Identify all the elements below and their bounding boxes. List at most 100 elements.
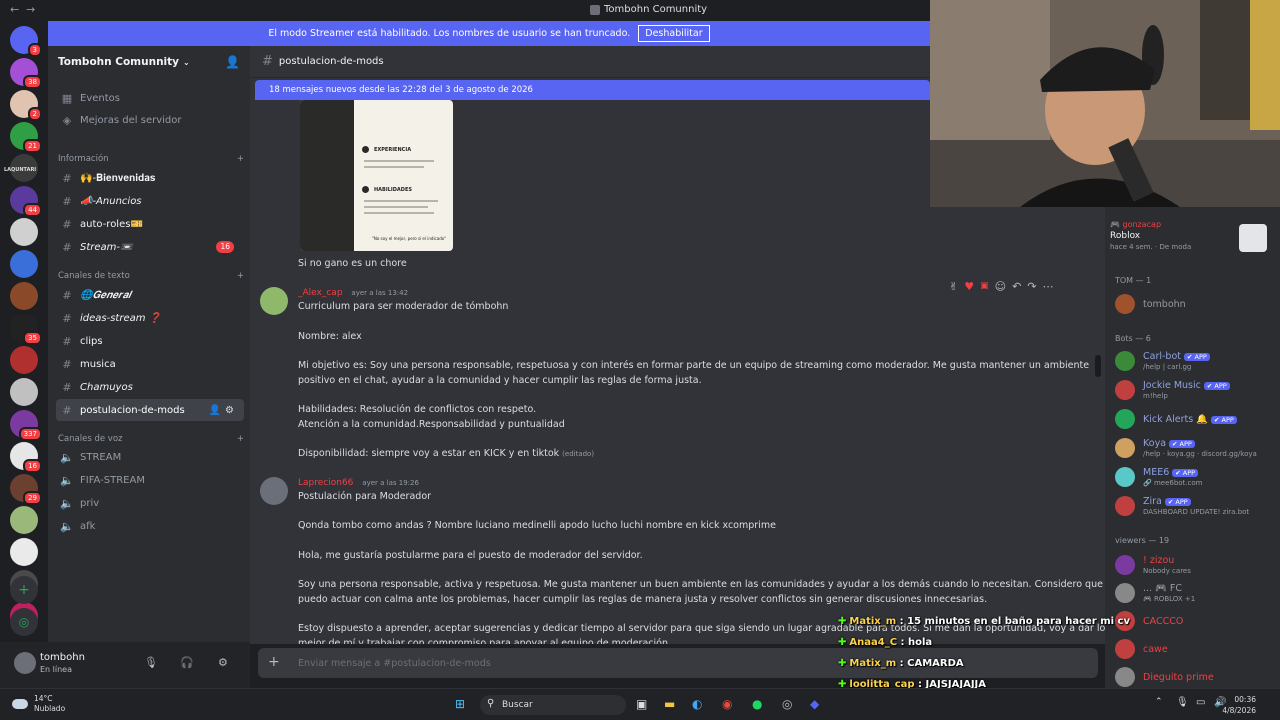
server-icon[interactable]: 44 <box>10 186 42 217</box>
discover-icon[interactable]: ◎ <box>10 608 38 636</box>
discord-icon[interactable]: ◆ <box>810 697 819 711</box>
member-item[interactable]: Jockie Music ✔ APP m!help <box>1115 378 1275 404</box>
server-icon[interactable] <box>10 538 38 566</box>
add-server-icon[interactable]: + <box>10 576 38 604</box>
file-explorer-icon[interactable]: ▬ <box>664 697 675 711</box>
channel-item[interactable]: # 📣-Anuncios <box>56 190 244 212</box>
member-item[interactable]: MEE6 ✔ APP 🔗 mee6bot.com <box>1115 465 1275 491</box>
member-item[interactable]: cawe <box>1115 637 1275 663</box>
message-line: Soy una persona responsable, activa y re… <box>298 579 1103 590</box>
member-item[interactable]: CACCCO <box>1115 609 1275 635</box>
server-icon[interactable]: 35 <box>10 314 42 345</box>
chrome-icon[interactable]: ◉ <box>722 697 732 711</box>
member-name: Jockie Music ✔ APP <box>1143 380 1230 391</box>
add-channel-icon[interactable]: + <box>237 271 244 281</box>
mention-badge: 3 <box>27 43 42 57</box>
member-name-text: Jockie Music <box>1143 380 1201 391</box>
chevron-up-icon[interactable]: ⌃ <box>1155 697 1163 707</box>
new-messages-bar[interactable]: 18 mensajes nuevos desde las 22:28 del 3… <box>255 80 930 100</box>
chat-scrollbar[interactable] <box>1095 355 1101 377</box>
member-item[interactable]: ... 🎮 FC 🎮 ROBLOX +1 <box>1115 581 1275 607</box>
forward-icon[interactable]: ↷ <box>1027 280 1036 293</box>
server-icon[interactable]: 38 <box>10 58 42 89</box>
microphone-icon[interactable]: 🎙 <box>144 656 158 669</box>
server-icon[interactable]: 16 <box>10 442 42 473</box>
app-icon[interactable]: ◎ <box>782 697 792 711</box>
voice-channel-item[interactable]: 🔈 afk <box>56 515 244 537</box>
forward-arrow-icon[interactable]: → <box>26 3 35 16</box>
message-line: Habilidades: Resolución de conflictos co… <box>298 404 537 415</box>
add-channel-icon[interactable]: + <box>237 154 244 164</box>
channel-item[interactable]: # 🙌-𝐁𝐢𝐞𝐧𝐯𝐞𝐧𝐢𝐝𝐚𝐬 <box>56 167 244 189</box>
discord-home-icon[interactable]: 3 <box>10 26 42 57</box>
category-voice[interactable]: Canales de voz + <box>58 434 244 444</box>
channel-item[interactable]: # musica <box>56 353 244 375</box>
spotify-icon[interactable]: ● <box>752 697 762 711</box>
more-icon[interactable]: ⋯ <box>1043 280 1054 293</box>
server-icon[interactable] <box>10 506 38 534</box>
channel-item[interactable]: # 🌐𝑮𝒆𝒏𝒆𝒓𝒂𝒍 <box>56 284 244 306</box>
reaction-custom-icon[interactable]: ▣ <box>980 281 989 291</box>
channel-item[interactable]: # ideas-stream ❓ <box>56 307 244 329</box>
weather-widget[interactable]: 14°C Nublado <box>12 694 65 714</box>
events-item[interactable]: ▦ Eventos <box>56 87 244 109</box>
server-icon[interactable] <box>10 250 38 278</box>
disable-streamer-button[interactable]: Deshabilitar <box>638 25 710 42</box>
clock[interactable]: 00:36 4/8/2026 <box>1222 694 1256 716</box>
server-icon[interactable]: 337 <box>10 410 42 441</box>
taskbar-search[interactable]: ⚲ Buscar <box>480 695 626 715</box>
server-icon[interactable] <box>10 346 38 374</box>
user-panel: tombohn En línea 🎙 🎧 ⚙ <box>0 642 250 688</box>
member-item[interactable]: Koya ✔ APP/help · koya.gg · discord.gg/ko… <box>1115 436 1275 462</box>
channel-item[interactable]: # postulacion-de-mods 👤 ⚙ <box>56 399 244 421</box>
member-name-text: Dieguito prime <box>1143 672 1214 683</box>
member-item[interactable]: Kick Alerts 🔔 ✔ APP <box>1115 407 1275 433</box>
author-name[interactable]: Laprecion66 <box>298 478 353 488</box>
task-view-icon[interactable]: ▣ <box>636 697 647 711</box>
gear-icon[interactable]: ⚙ <box>218 656 228 669</box>
reaction-hand-icon[interactable]: ✌ <box>949 280 958 293</box>
invite-user-icon[interactable]: 👤 <box>225 55 240 69</box>
server-icon[interactable]: 29 <box>10 474 42 505</box>
invite-icon[interactable]: 👤 <box>209 405 221 416</box>
channel-item[interactable]: # Chamuyos <box>56 376 244 398</box>
back-arrow-icon[interactable]: ← <box>10 3 19 16</box>
microphone-icon[interactable]: 🎙 <box>1176 697 1189 708</box>
cv-image-attachment[interactable]: EXPERIENCIA HABILIDADES "No soy el mejor… <box>300 100 453 251</box>
channel-item[interactable]: # auto-roles🎫 <box>56 213 244 235</box>
server-icon[interactable] <box>10 282 38 310</box>
add-reaction-icon[interactable]: ☺ <box>995 280 1006 293</box>
add-channel-icon[interactable]: + <box>237 434 244 444</box>
server-icon[interactable]: 21 <box>10 122 42 153</box>
category-text[interactable]: Canales de texto + <box>58 271 244 281</box>
channel-item[interactable]: # clips <box>56 330 244 352</box>
activity-card[interactable]: 🎮 gonzacap Roblox hace 4 sem. · De moda <box>1110 220 1275 264</box>
reply-icon[interactable]: ↶ <box>1012 280 1021 293</box>
voice-channel-item[interactable]: 🔈 priv <box>56 492 244 514</box>
member-item[interactable]: ! zizou Nobody cares <box>1115 553 1275 579</box>
member-item[interactable]: Carl-bot ✔ APP/help | carl.gg <box>1115 349 1275 375</box>
server-header[interactable]: Tombohn Comunnity ⌄ 👤 <box>48 46 250 78</box>
server-icon[interactable] <box>10 378 38 406</box>
headphones-icon[interactable]: 🎧 <box>180 656 194 669</box>
server-icon[interactable] <box>10 218 38 246</box>
add-attachment-icon[interactable]: + <box>268 654 280 670</box>
channel-item[interactable]: # Stream-📼 16 <box>56 236 244 258</box>
server-icon[interactable]: 2 <box>10 90 42 121</box>
boosts-item[interactable]: ◈ Mejoras del servidor <box>56 109 244 131</box>
avatar[interactable] <box>14 652 36 674</box>
avatar[interactable] <box>260 287 288 315</box>
category-info[interactable]: Información + <box>58 154 244 164</box>
member-item[interactable]: Zira ✔ APP DASHBOARD UPDATE! zira.bot <box>1115 494 1275 520</box>
start-icon[interactable]: ⊞ <box>455 697 465 711</box>
member-item[interactable]: tombohn <box>1115 292 1275 318</box>
network-icon[interactable]: ▭ <box>1196 697 1205 708</box>
cv-text-line <box>364 166 424 168</box>
voice-channel-item[interactable]: 🔈 STREAM <box>56 446 244 468</box>
reaction-heart-icon[interactable]: ♥ <box>964 280 974 293</box>
avatar[interactable] <box>260 477 288 505</box>
voice-channel-item[interactable]: 🔈 FIFA-STREAM <box>56 469 244 491</box>
edge-icon[interactable]: ◐ <box>692 697 702 711</box>
gear-icon[interactable]: ⚙ <box>225 405 234 416</box>
author-name[interactable]: _Alex_cap <box>298 288 343 298</box>
